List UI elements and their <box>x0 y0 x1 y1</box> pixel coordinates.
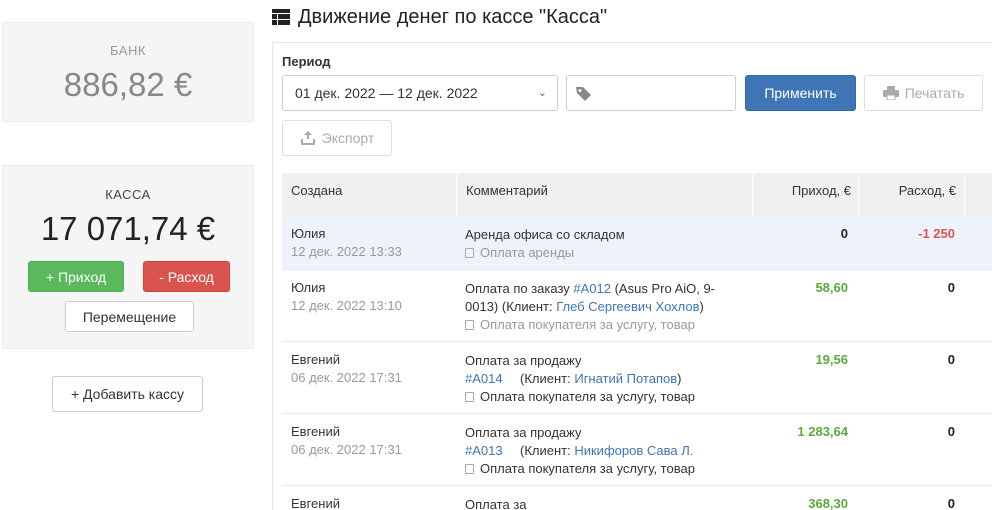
row-category: Оплата покупателя за услугу, товар <box>465 460 740 478</box>
row-user: Юлия <box>291 226 326 241</box>
bank-balance: 886,82 € <box>63 66 193 103</box>
page-header: Движение денег по кассе "Касса" <box>272 4 607 30</box>
client-link[interactable]: Игнатий Потапов <box>574 371 677 386</box>
row-comment: Оплата по заказу #A012 (Asus Pro AiO, 9-… <box>465 280 740 334</box>
chevron-down-icon: ⌄ <box>537 87 547 99</box>
print-label: Печатать <box>904 85 965 101</box>
apply-button[interactable]: Применить <box>745 75 856 111</box>
comment-mid: (Клиент: <box>520 443 575 458</box>
row-user: Евгений <box>291 496 340 510</box>
tag-filter-input[interactable] <box>566 75 736 111</box>
row-expense: 0 <box>947 424 955 439</box>
export-icon <box>300 131 315 146</box>
document-icon <box>465 320 474 330</box>
expense-button[interactable]: - Расход <box>143 261 230 292</box>
table-icon <box>272 9 290 25</box>
category-text: Оплата покупателя за услугу, товар <box>480 461 695 476</box>
comment-text: Оплата за <box>465 497 527 510</box>
movements-panel: Период 01 дек. 2022 — 12 дек. 2022 ⌄ При… <box>272 42 992 510</box>
table-row[interactable]: Евгений 06 дек. 2022 17:31 Оплата за про… <box>282 342 992 414</box>
row-income: 58,60 <box>815 280 848 295</box>
table-row[interactable]: Юлия 12 дек. 2022 13:33 Аренда офиса со … <box>282 216 992 270</box>
order-link[interactable]: #A014 <box>465 371 503 386</box>
order-link[interactable]: #A012 <box>573 281 611 296</box>
col-comment[interactable]: Комментарий <box>456 173 752 216</box>
row-category: Оплата аренды <box>465 245 574 260</box>
comment-text: Оплата за продажу <box>465 353 582 368</box>
row-income: 19,56 <box>815 352 848 367</box>
period-select[interactable]: 01 дек. 2022 — 12 дек. 2022 ⌄ <box>282 75 558 111</box>
kassa-title: КАССА <box>105 187 151 202</box>
bank-title: БАНК <box>110 43 146 58</box>
export-button[interactable]: Экспорт <box>282 120 392 156</box>
row-date: 12 дек. 2022 13:10 <box>291 298 402 313</box>
row-expense: 0 <box>947 280 955 295</box>
table-row[interactable]: Евгений 06 дек. 2022 17:31 Оплата за про… <box>282 414 992 486</box>
row-income: 1 283,64 <box>797 424 848 439</box>
order-link[interactable]: #A013 <box>465 443 503 458</box>
row-comment-cont: (Клиент: Никифоров Сава Л. <box>520 442 760 460</box>
row-category: Оплата покупателя за услугу, товар <box>465 388 740 406</box>
col-actions <box>964 173 992 216</box>
category-text: Оплата аренды <box>480 245 575 260</box>
printer-icon <box>882 86 899 101</box>
row-comment-cont: (Клиент: Игнатий Потапов) <box>520 370 760 388</box>
col-created[interactable]: Создана <box>291 173 342 216</box>
row-expense: 0 <box>947 352 955 367</box>
category-text: Оплата покупателя за услугу, товар <box>480 389 695 404</box>
income-button[interactable]: + Приход <box>28 261 124 292</box>
kassa-balance: 17 071,74 € <box>40 210 216 247</box>
period-label: Период <box>282 54 331 69</box>
row-expense: 0 <box>947 496 955 510</box>
comment-text: Оплата за продажу <box>465 425 582 440</box>
row-date: 06 дек. 2022 17:31 <box>291 442 402 457</box>
print-button[interactable]: Печатать <box>864 75 983 111</box>
client-link[interactable]: Глеб Сергеевич Хохлов <box>556 299 699 314</box>
table-row[interactable]: Евгений Оплата за 368,30 0 <box>282 486 992 510</box>
comment-text: Аренда офиса со складом <box>465 227 625 242</box>
transfer-button[interactable]: Перемещение <box>65 301 194 332</box>
row-comment: Аренда офиса со складом Оплата аренды <box>465 226 740 262</box>
row-user: Юлия <box>291 280 326 295</box>
row-expense: -1 250 <box>918 226 955 241</box>
row-user: Евгений <box>291 352 340 367</box>
row-date: 06 дек. 2022 17:31 <box>291 370 402 385</box>
document-icon <box>465 248 474 258</box>
row-user: Евгений <box>291 424 340 439</box>
row-date: 12 дек. 2022 13:33 <box>291 244 402 259</box>
page-title: Движение денег по кассе "Касса" <box>298 5 608 28</box>
comment-text: Оплата по заказу <box>465 281 574 296</box>
document-icon <box>465 464 474 474</box>
export-label: Экспорт <box>321 130 375 146</box>
row-income: 0 <box>840 226 848 241</box>
tag-icon <box>576 87 591 101</box>
comment-post: ) <box>677 371 682 386</box>
comment-mid: (Клиент: <box>520 371 575 386</box>
row-comment: Оплата за <box>465 496 740 510</box>
add-kassa-button[interactable]: + Добавить кассу <box>52 376 203 412</box>
sidebar: БАНК 886,82 € КАССА 17 071,74 € + Приход… <box>0 0 262 510</box>
document-icon <box>465 392 474 402</box>
comment-post: ) <box>699 299 704 314</box>
movements-table: Создана Комментарий Приход, € Расход, € … <box>282 173 992 510</box>
col-income[interactable]: Приход, € <box>752 173 858 216</box>
table-header: Создана Комментарий Приход, € Расход, € <box>282 173 992 216</box>
category-text: Оплата покупателя за услугу, товар <box>480 317 695 332</box>
client-link[interactable]: Никифоров Сава Л. <box>574 443 693 458</box>
col-expense[interactable]: Расход, € <box>858 173 964 216</box>
row-category: Оплата покупателя за услугу, товар <box>465 317 695 332</box>
bank-card[interactable]: БАНК 886,82 € <box>2 22 254 122</box>
period-value: 01 дек. 2022 — 12 дек. 2022 <box>295 85 478 101</box>
kassa-card[interactable]: КАССА 17 071,74 € + Приход - Расход Пере… <box>2 165 254 349</box>
row-income: 368,30 <box>808 496 848 510</box>
table-row[interactable]: Юлия 12 дек. 2022 13:10 Оплата по заказу… <box>282 270 992 342</box>
